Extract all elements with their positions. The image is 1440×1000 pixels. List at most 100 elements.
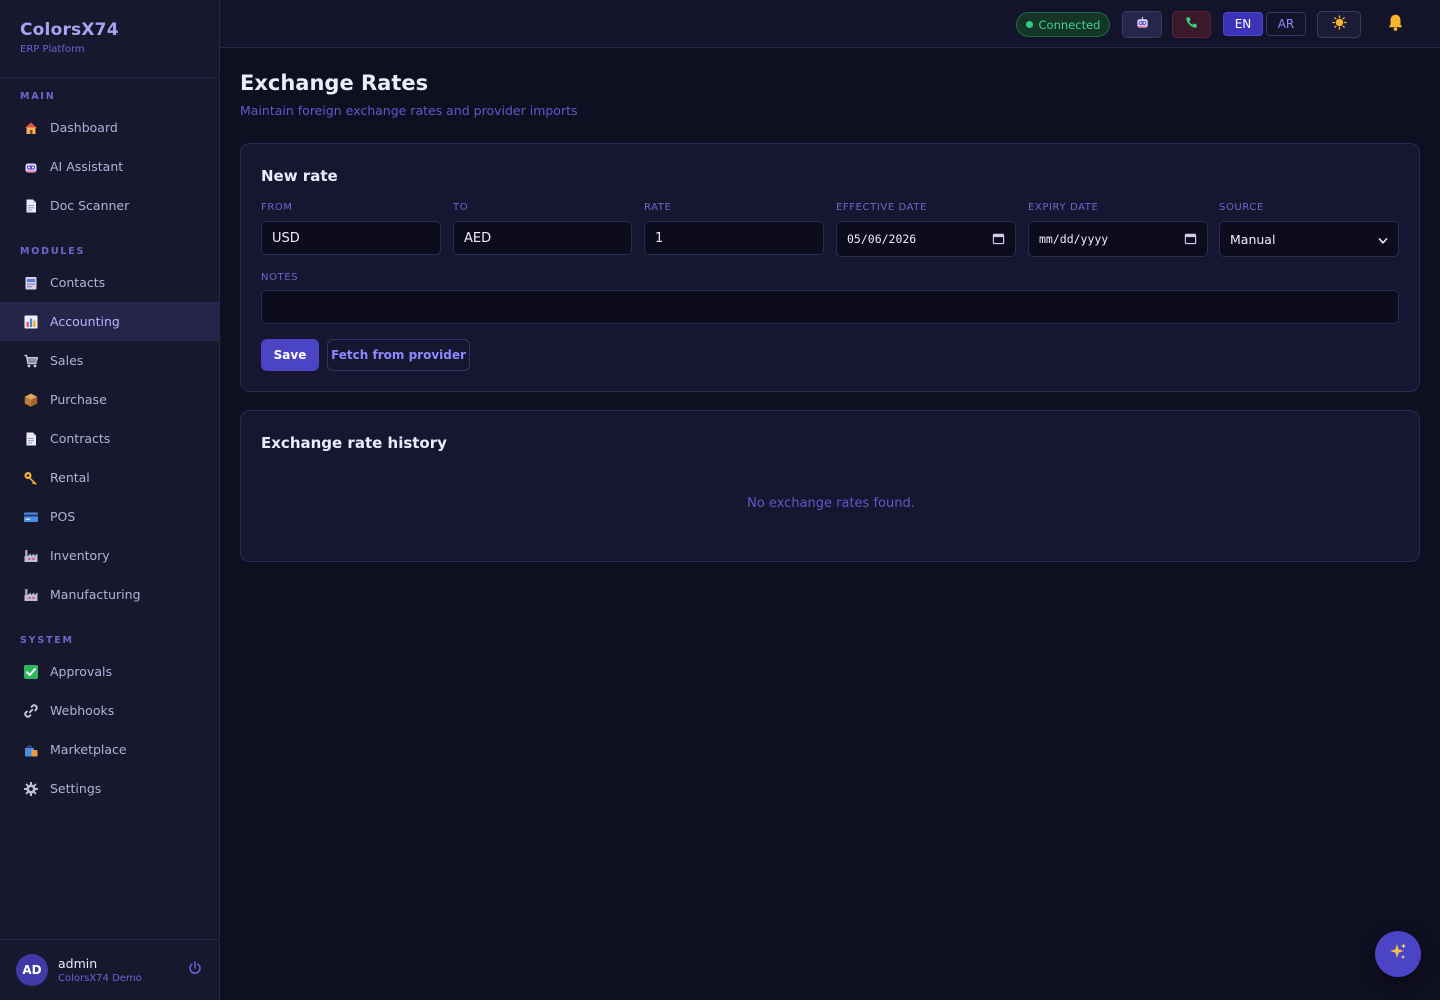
chevron-down-icon [1378,234,1388,249]
sidebar-item-label: Approvals [50,664,112,679]
history-title: Exchange rate history [261,434,447,452]
package-icon [22,391,39,408]
check-icon [22,663,39,680]
house-icon [22,119,39,136]
gear-icon [22,780,39,797]
nav-section-modules: MODULES [20,246,86,257]
sidebar-item-inventory[interactable]: Inventory [0,536,219,575]
sidebar-item-label: Contracts [50,431,111,446]
sidebar-item-purchase[interactable]: Purchase [0,380,219,419]
sidebar-item-label: Dashboard [50,120,118,135]
shopping-bag-icon [22,741,39,758]
link-icon [22,702,39,719]
sidebar-item-label: Settings [50,781,102,796]
nav-section-system: SYSTEM [20,635,74,646]
new-rate-card: New rate FROM USD TO AED RATE 1 EFFECTIV… [240,143,1420,392]
to-value: AED [464,230,492,246]
sidebar-item-label: POS [50,509,76,524]
lang-ar-button[interactable]: AR [1266,12,1306,36]
empty-state-message: No exchange rates found. [747,496,915,511]
history-card: Exchange rate history No exchange rates … [240,410,1420,562]
notifications-button[interactable] [1383,11,1407,38]
sidebar-item-label: Marketplace [50,742,127,757]
document-icon [22,197,39,214]
robot-icon [22,158,39,175]
theme-toggle-button[interactable] [1317,11,1361,38]
to-input[interactable]: AED [453,221,632,255]
sidebar-item-label: Doc Scanner [50,198,130,213]
effective-date-label: EFFECTIVE DATE [836,202,927,213]
user-org: ColorsX74 Demo [58,973,142,984]
connection-status-label: Connected [1038,17,1101,32]
sidebar-item-contracts[interactable]: Contracts [0,419,219,458]
sidebar-item-marketplace[interactable]: Marketplace [0,730,219,769]
sidebar-item-webhooks[interactable]: Webhooks [0,691,219,730]
lang-en-button[interactable]: EN [1223,12,1263,36]
sidebar-item-label: Accounting [50,314,120,329]
credit-card-icon [22,508,39,525]
calendar-icon[interactable] [992,232,1005,248]
expiry-date-label: EXPIRY DATE [1028,202,1099,213]
expiry-date-placeholder: mm/dd/yyyy [1039,232,1109,246]
sidebar-item-contacts[interactable]: Contacts [0,263,219,302]
calendar-icon[interactable] [1184,232,1197,248]
nav-section-main: MAIN [20,91,56,102]
topbar: Connected EN AR [220,0,1440,48]
sidebar-item-label: Contacts [50,275,106,290]
robot-icon [1135,15,1150,34]
sidebar: ColorsX74 ERP Platform MAIN Dashboard AI A… [0,0,220,1000]
notes-input[interactable] [261,290,1399,324]
bar-chart-icon [22,313,39,330]
fetch-from-provider-button[interactable]: Fetch from provider [327,339,470,371]
sidebar-item-approvals[interactable]: Approvals [0,652,219,691]
sidebar-item-pos[interactable]: POS [0,497,219,536]
user-bar: AD admin ColorsX74 Demo [0,939,219,1000]
from-value: USD [272,230,300,246]
source-select[interactable]: Manual [1219,221,1399,257]
sparkle-icon [1387,941,1409,967]
effective-date-input[interactable]: 05/06/2026 [836,221,1016,257]
page-title: Exchange Rates [240,71,429,95]
sidebar-item-label: Webhooks [50,703,115,718]
sidebar-item-label: Purchase [50,392,107,407]
to-label: TO [453,202,469,213]
sidebar-item-label: Sales [50,353,84,368]
from-input[interactable]: USD [261,221,441,255]
notes-label: NOTES [261,272,299,283]
sidebar-item-dashboard[interactable]: Dashboard [0,108,219,147]
sidebar-item-ai-assistant[interactable]: AI Assistant [0,147,219,186]
rate-input[interactable]: 1 [644,221,824,255]
rate-label: RATE [644,202,672,213]
sidebar-item-manufacturing[interactable]: Manufacturing [0,575,219,614]
document-icon [22,430,39,447]
from-label: FROM [261,202,293,213]
sidebar-item-sales[interactable]: Sales [0,341,219,380]
expiry-date-input[interactable]: mm/dd/yyyy [1028,221,1208,257]
rate-value: 1 [655,230,664,246]
avatar[interactable]: AD [16,954,48,986]
sidebar-item-rental[interactable]: Rental [0,458,219,497]
effective-date-value: 05/06/2026 [847,232,917,246]
page-subtitle: Maintain foreign exchange rates and prov… [240,103,578,118]
brand-subtitle: ERP Platform [20,44,85,55]
sidebar-item-label: Inventory [50,548,110,563]
sidebar-item-accounting[interactable]: Accounting [0,302,219,341]
sidebar-item-settings[interactable]: Settings [0,769,219,808]
bell-icon [1386,13,1405,36]
source-label: SOURCE [1219,202,1264,213]
sidebar-item-doc-scanner[interactable]: Doc Scanner [0,186,219,225]
phone-button[interactable] [1172,11,1211,38]
ai-sparkle-button[interactable] [1375,931,1421,977]
new-rate-title: New rate [261,167,338,185]
key-icon [22,469,39,486]
save-button[interactable]: Save [261,339,319,371]
factory-icon [22,547,39,564]
sidebar-item-label: Manufacturing [50,587,141,602]
brand: ColorsX74 ERP Platform [0,0,219,78]
phone-icon [1184,15,1199,34]
ai-assistant-button[interactable] [1122,11,1162,38]
sidebar-item-label: Rental [50,470,90,485]
power-icon[interactable] [187,960,203,980]
source-value: Manual [1230,231,1276,247]
factory-icon [22,586,39,603]
